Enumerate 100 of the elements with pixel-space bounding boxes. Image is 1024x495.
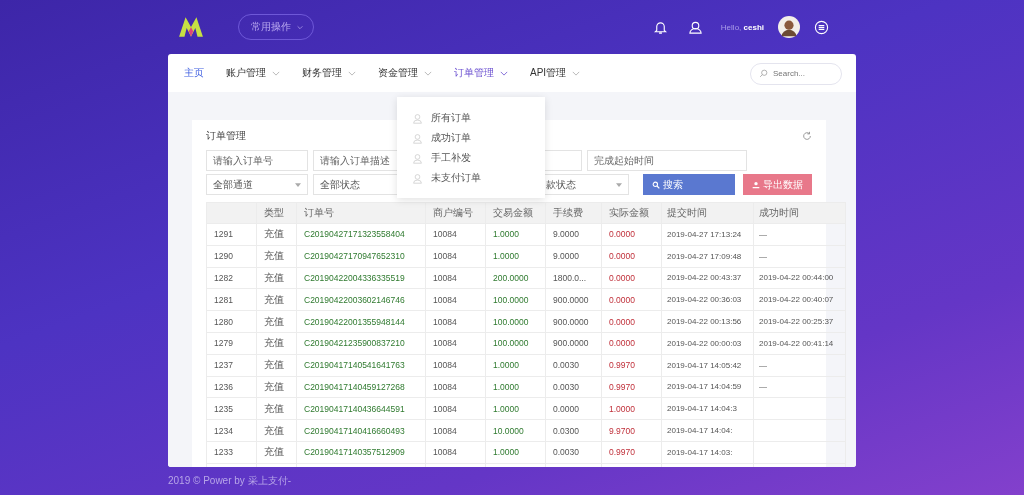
table-cell: 10.0000 [493, 425, 524, 436]
table-cell: 2019-04-17 14:04:59 [667, 382, 742, 392]
column-header: 交易金额 [493, 207, 533, 218]
table-cell: 2019-04-27 17:09:48 [667, 251, 742, 261]
table-cell: 2019-04-22 00:36:03 [667, 295, 742, 305]
table-cell: 10084 [433, 294, 457, 305]
table-cell: 1.0000 [493, 403, 519, 414]
table-cell: 2019-04-22 00:13:56 [667, 317, 742, 327]
menu-item[interactable]: 成功订单 [412, 128, 545, 148]
table-cell: C20190417140416660493 [304, 425, 405, 436]
table-cell: 0.0000 [609, 273, 635, 283]
chevron-icon [297, 24, 303, 30]
table-cell: 1.0000 [493, 360, 519, 371]
table-cell: 2019-04-17 14:05:42 [667, 360, 742, 370]
chevron-icon [272, 70, 280, 76]
table-cell: 充值 [264, 293, 284, 305]
table-cell: 9.0000 [553, 251, 579, 262]
column-header: 类型 [264, 207, 284, 218]
avatar[interactable] [778, 16, 800, 38]
chevron-icon [348, 70, 356, 76]
table-cell: 0.0000 [553, 403, 579, 414]
table-cell: 900.0000 [553, 316, 589, 327]
table-cell: — [759, 251, 767, 261]
table-cell: 1281 [214, 294, 233, 305]
menu-icon[interactable] [814, 19, 829, 35]
table-cell: 0.0030 [553, 381, 579, 392]
table-cell: C20190427170947652310 [304, 251, 405, 262]
chevron-icon [424, 70, 432, 76]
table-cell: 0.0000 [609, 229, 635, 240]
table-cell: 充值 [264, 380, 284, 392]
search-icon [759, 69, 768, 78]
table-cell: C20190421235900837210 [304, 338, 405, 349]
table-cell: — [759, 382, 767, 392]
table-cell: 0.0030 [553, 447, 579, 458]
table-cell: 充值 [264, 228, 284, 240]
table-cell: 1236 [214, 381, 233, 392]
table-cell: C20190417140459127268 [304, 381, 405, 392]
nav-tab[interactable]: 资金管理 [378, 66, 432, 80]
action-button[interactable]: 搜索 [643, 174, 735, 195]
greeting-text: Hello, ceshi [720, 22, 764, 32]
caret-icon [294, 182, 301, 187]
table-cell: 1279 [214, 338, 233, 349]
table-cell: 10084 [433, 229, 457, 240]
menu-item[interactable]: 所有订单 [412, 108, 545, 128]
table-cell: 充值 [264, 250, 284, 262]
table-cell: 1800.0... [553, 273, 587, 283]
column-header: 提交时间 [667, 207, 707, 218]
table-cell: 1280 [214, 316, 233, 327]
table-cell: 2019-04-22 00:25:37 [759, 317, 834, 327]
table-cell: 1282 [214, 273, 233, 283]
footer-text: 2019 © Power by 采上支付- [168, 474, 291, 488]
table-cell: 充值 [264, 402, 284, 414]
input-field[interactable]: 请输入订单号 [206, 150, 308, 171]
table-cell: 900.0000 [553, 338, 589, 349]
table-cell: 2019-04-22 00:44:00 [759, 273, 834, 283]
table-cell: 10084 [433, 338, 457, 349]
table-cell: 2019-04-17 14:03: [667, 447, 733, 457]
table-cell: 0.0000 [609, 338, 635, 349]
table-cell: 2019-04-22 00:40:07 [759, 295, 834, 305]
table-cell: 10084 [433, 251, 457, 262]
table-cell: 10084 [433, 360, 457, 371]
table-cell: 2019-04-17 14:04:3 [667, 404, 737, 414]
table-cell: C20190417140436644591 [304, 403, 405, 414]
table-cell: 1.0000 [493, 447, 519, 458]
table-cell: 充值 [264, 424, 284, 436]
nav-tab[interactable]: 订单管理 [454, 66, 508, 80]
nav-tab[interactable]: 财务管理 [302, 66, 356, 80]
table-cell: 10084 [433, 273, 457, 283]
table-cell: 10084 [433, 447, 457, 458]
column-header: 商户编号 [433, 207, 473, 218]
nav-tab[interactable]: 账户管理 [226, 66, 280, 80]
table-cell: 充值 [264, 446, 284, 458]
nav-tab[interactable]: 主页 [184, 66, 204, 80]
table-cell: C20190422003602146746 [304, 294, 405, 305]
table-cell: 充值 [264, 272, 284, 283]
table-cell: 0.0000 [609, 294, 635, 305]
search-field[interactable]: Search... [750, 62, 842, 85]
table-cell: C20190422001355948144 [304, 316, 405, 327]
table-cell: C20190417140357512909 [304, 447, 405, 458]
table-cell: 1234 [214, 425, 233, 436]
nav-tab[interactable]: API管理 [530, 66, 581, 80]
logo-icon [178, 16, 204, 38]
table-cell: 0.9970 [609, 360, 635, 371]
bell-icon[interactable] [652, 19, 668, 35]
table-cell: 1290 [214, 251, 233, 262]
table-cell: 2019-04-22 00:41:14 [759, 338, 834, 348]
table-cell: 1.0000 [493, 381, 519, 392]
menu-item[interactable]: 手工补发 [412, 148, 545, 168]
table-cell: 10084 [433, 316, 457, 327]
table-cell: 充值 [264, 337, 284, 349]
table-cell: 9.0000 [553, 229, 579, 240]
table-cell: 100.0000 [493, 294, 529, 305]
table-cell: 10084 [433, 403, 457, 414]
table-cell: — [759, 360, 767, 370]
input-field[interactable]: 完成起始时间 [587, 150, 747, 171]
user-icon[interactable] [687, 19, 703, 35]
select-field[interactable]: 全部通道 [206, 174, 308, 195]
table-cell: 10084 [433, 425, 457, 436]
user-icon [752, 180, 760, 189]
search-icon [652, 180, 661, 189]
